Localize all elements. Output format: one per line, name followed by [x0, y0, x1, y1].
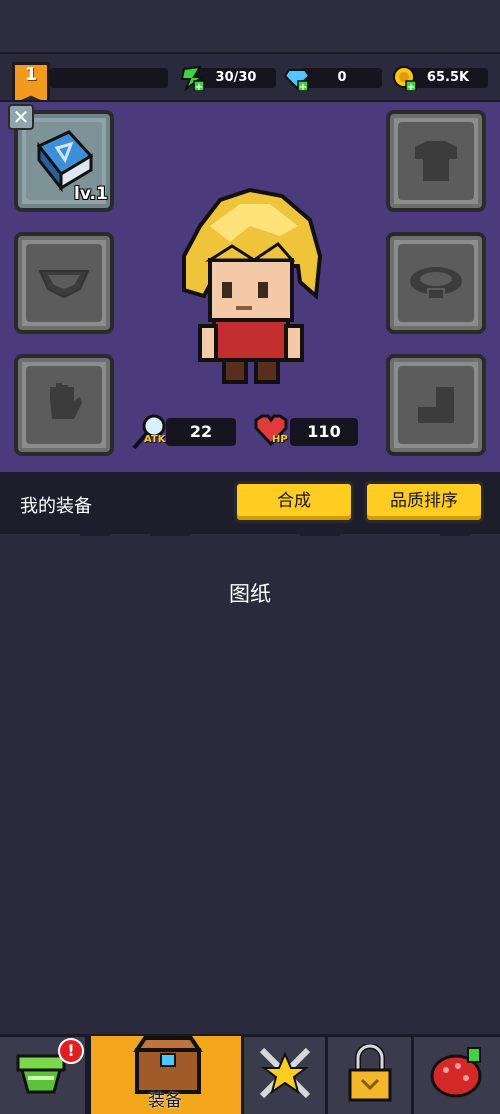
lock-icon	[348, 1044, 392, 1102]
boots-slot[interactable]	[386, 354, 486, 456]
xp-bar	[50, 68, 168, 88]
swords-icon	[259, 1047, 311, 1099]
gem-plus-icon[interactable]: +	[284, 65, 310, 91]
glove-slot[interactable]	[14, 354, 114, 456]
gem-icon	[430, 1047, 482, 1098]
jagged-divider	[0, 524, 500, 536]
nav-battle[interactable]	[244, 1036, 328, 1114]
atk-label: ATK	[144, 434, 166, 445]
armor-icon	[415, 141, 457, 181]
combine-button[interactable]: 合成	[234, 481, 354, 523]
atk-value: 22	[166, 418, 236, 446]
armor-slot[interactable]	[386, 110, 486, 212]
necklace-slot[interactable]	[14, 232, 114, 334]
ring-icon	[410, 267, 462, 300]
unequip-close-icon[interactable]: ✕	[8, 104, 34, 130]
hero-character[interactable]	[170, 186, 330, 386]
shop-alert-badge: !	[58, 1038, 84, 1064]
necklace-icon	[38, 270, 90, 299]
hp-value: 110	[290, 418, 358, 446]
energy-counter: 30/30	[196, 68, 276, 88]
svg-text:+: +	[299, 82, 307, 91]
gold-plus-icon[interactable]: +	[392, 65, 418, 91]
blueprint-label: 图纸	[229, 582, 271, 606]
svg-text:+: +	[407, 82, 415, 91]
boots-icon	[418, 387, 454, 423]
nav-equipment-label: 装备	[148, 1091, 182, 1111]
glove-icon	[50, 383, 82, 419]
gem-counter: 0	[302, 68, 382, 88]
nav-locked[interactable]	[328, 1036, 414, 1114]
svg-text:+: +	[195, 82, 203, 91]
gold-counter: 65.5K	[408, 68, 488, 88]
energy-plus-icon[interactable]: +	[180, 65, 206, 91]
my-equipment-title: 我的装备	[20, 496, 92, 517]
book-level: lv.1	[74, 184, 108, 204]
player-level: 1	[24, 64, 38, 85]
nav-gem[interactable]	[414, 1036, 500, 1114]
ring-slot[interactable]	[386, 232, 486, 334]
hp-label: HP	[272, 434, 288, 445]
sort-by-quality-button[interactable]: 品质排序	[364, 481, 484, 523]
top-empty-area	[0, 0, 500, 54]
